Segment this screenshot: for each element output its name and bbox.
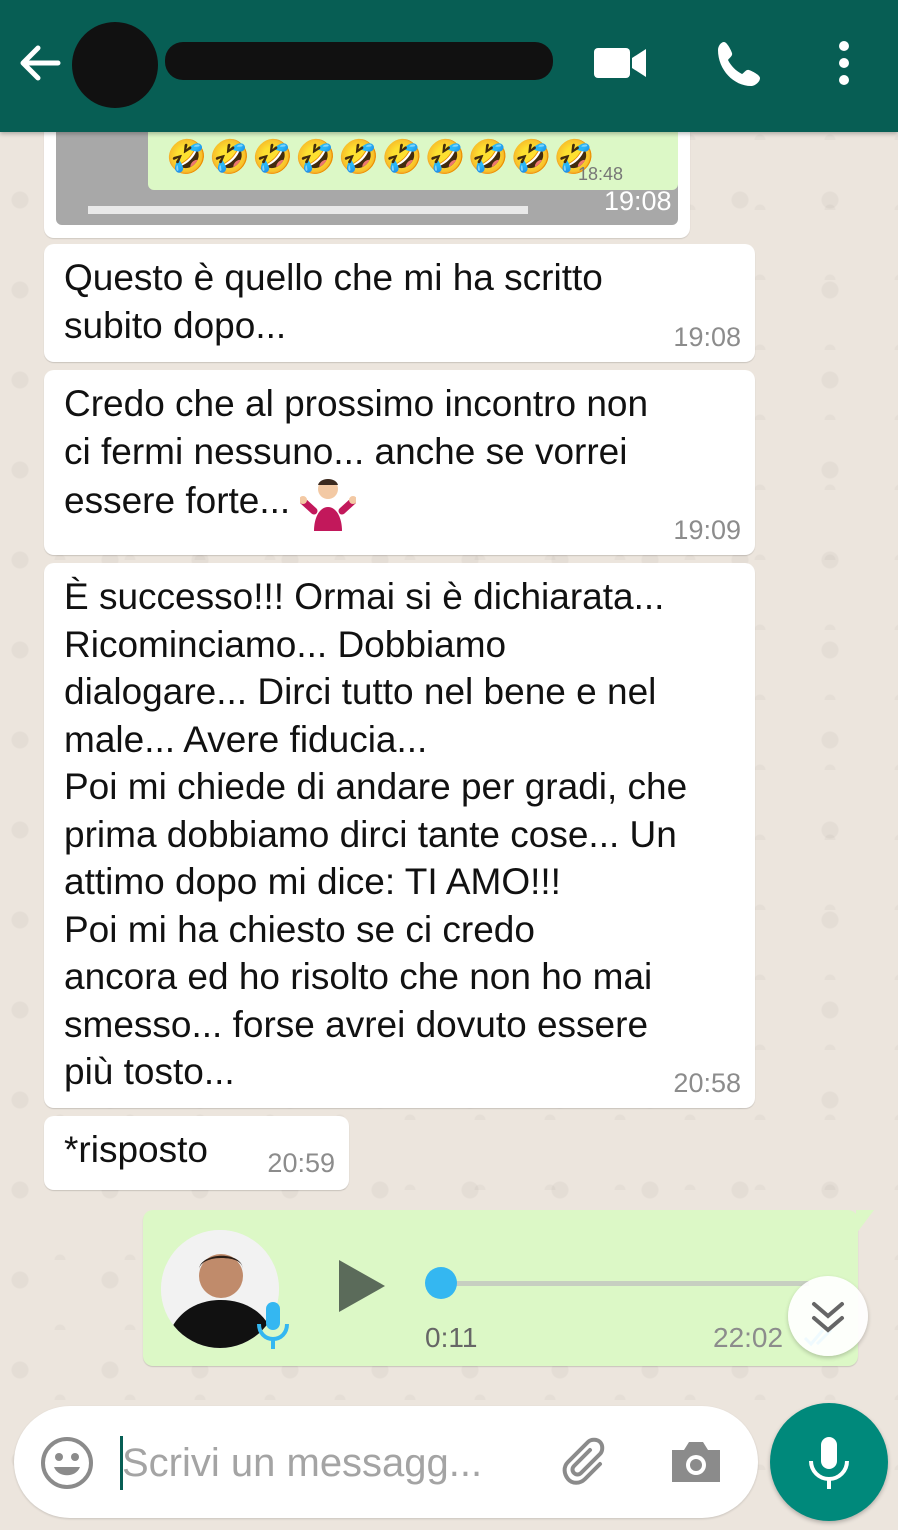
microphone-icon (809, 1437, 849, 1489)
scroll-to-bottom-button[interactable] (788, 1276, 868, 1356)
chat-header (0, 0, 898, 132)
message-text: È successo!!! Ormai si è dichiarata... R… (64, 576, 688, 1092)
message-bubble[interactable]: Questo è quello che mi ha scritto subito… (44, 244, 755, 362)
microphone-icon (255, 1300, 291, 1352)
image-inner-time: 18:48 (578, 164, 624, 184)
message-text: Credo che al prossimo incontro non ci fe… (64, 380, 735, 531)
contact-name[interactable] (165, 42, 553, 80)
person-shrugging-emoji-icon (299, 475, 358, 531)
emoji-icon[interactable] (40, 1436, 94, 1490)
message-bubble[interactable]: Credo che al prossimo incontro non ci fe… (44, 370, 755, 555)
chevron-down-icon (812, 1302, 844, 1333)
message-time: 20:58 (673, 1068, 741, 1098)
image-inner-bar (88, 206, 528, 214)
message-time: 20:59 (267, 1148, 335, 1178)
message-bubble[interactable]: *risposto 20:59 (44, 1116, 349, 1190)
video-call-icon[interactable] (590, 36, 650, 90)
message-time: 19:08 (673, 322, 741, 352)
back-arrow-icon[interactable] (14, 40, 64, 86)
voice-progress-track[interactable] (439, 1281, 809, 1286)
phone-call-icon[interactable] (710, 36, 770, 90)
camera-icon[interactable] (668, 1436, 724, 1488)
message-time: 19:08 (604, 186, 672, 216)
message-bubble[interactable]: È successo!!! Ormai si è dichiarata... R… (44, 563, 755, 1108)
paperclip-icon[interactable] (560, 1434, 616, 1490)
contact-avatar[interactable] (72, 22, 158, 108)
message-composer (14, 1406, 758, 1518)
emoji-row: 🤣🤣🤣🤣🤣🤣🤣🤣🤣🤣 (166, 138, 597, 175)
message-time: 22:02 (713, 1322, 784, 1353)
more-options-icon[interactable] (818, 36, 868, 90)
bubble-tail (856, 1210, 874, 1234)
voice-duration: 0:11 (425, 1322, 478, 1353)
message-text: Questo è quello che mi ha scritto subito… (64, 257, 603, 346)
voice-message-bubble[interactable]: 0:11 22:02 (143, 1210, 874, 1366)
play-icon[interactable] (333, 1256, 389, 1316)
message-time: 19:09 (673, 515, 741, 545)
message-input[interactable] (120, 1432, 544, 1494)
image-preview[interactable]: 🤣🤣🤣🤣🤣🤣🤣🤣🤣🤣 18:48 19:08 (56, 120, 678, 225)
voice-progress-handle[interactable] (425, 1267, 457, 1299)
voice-record-button[interactable] (770, 1403, 888, 1521)
image-message-bubble[interactable]: 🤣🤣🤣🤣🤣🤣🤣🤣🤣🤣 18:48 19:08 (44, 120, 690, 238)
